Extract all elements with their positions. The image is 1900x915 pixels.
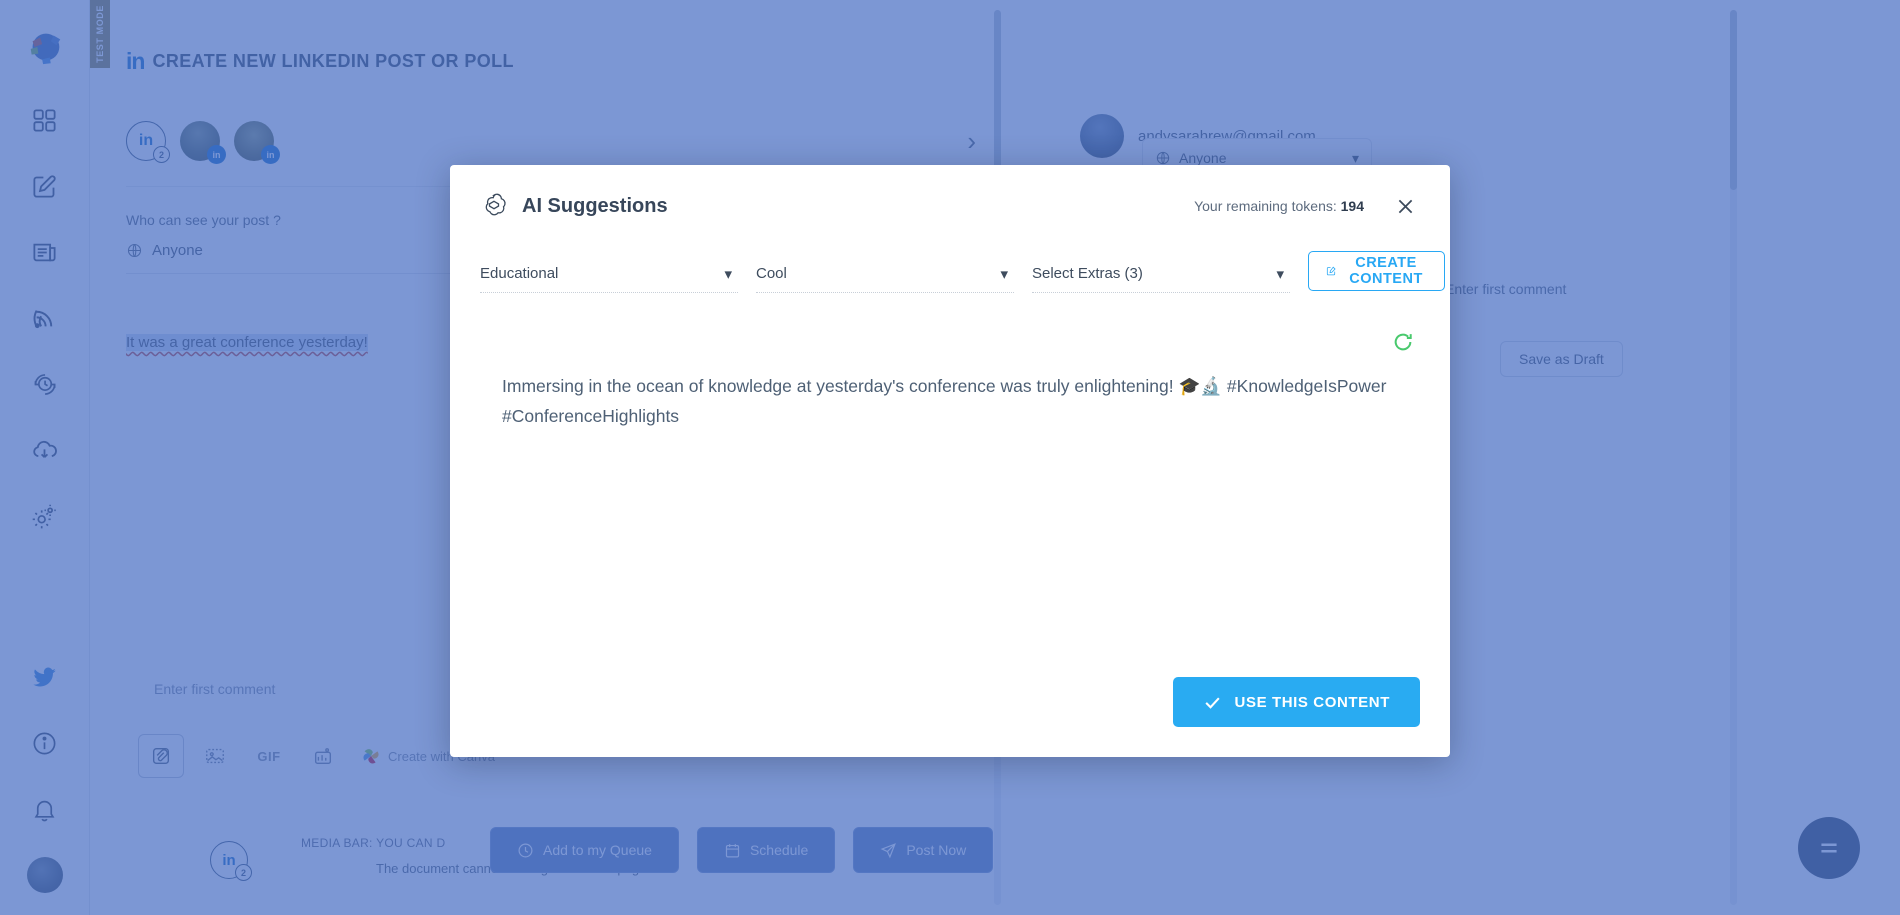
remaining-tokens: Your remaining tokens: 194: [1194, 198, 1364, 214]
openai-icon: [480, 192, 508, 220]
create-content-label: CREATE CONTENT: [1349, 255, 1423, 287]
generated-text[interactable]: Immersing in the ocean of knowledge at y…: [502, 371, 1390, 431]
chevron-down-icon: ▾: [1276, 265, 1284, 283]
extras-dropdown[interactable]: Select Extras (3) ▾: [1032, 255, 1290, 293]
generation-controls: Educational ▾ Cool ▾ Select Extras (3) ▾…: [450, 221, 1450, 293]
use-this-content-button[interactable]: USE THIS CONTENT: [1172, 677, 1420, 727]
tone-value: Cool: [756, 265, 787, 282]
extras-value: Select Extras (3): [1032, 265, 1143, 282]
category-dropdown[interactable]: Educational ▾: [480, 255, 738, 293]
use-this-content-label: USE THIS CONTENT: [1234, 693, 1390, 711]
modal-header: AI Suggestions Your remaining tokens: 19…: [450, 165, 1450, 221]
refresh-icon[interactable]: [1392, 331, 1414, 353]
modal-footer: USE THIS CONTENT: [450, 677, 1450, 757]
tone-dropdown[interactable]: Cool ▾: [756, 255, 1014, 293]
close-icon[interactable]: [1390, 191, 1420, 221]
check-icon: [1204, 696, 1220, 709]
chevron-down-icon: ▾: [724, 265, 732, 283]
ai-suggestions-modal: AI Suggestions Your remaining tokens: 19…: [450, 165, 1450, 757]
create-content-button[interactable]: CREATE CONTENT: [1308, 251, 1445, 291]
tokens-value: 194: [1340, 198, 1364, 214]
chevron-down-icon: ▾: [1000, 265, 1008, 283]
modal-title: AI Suggestions: [522, 194, 668, 217]
tokens-label: Your remaining tokens:: [1194, 198, 1337, 214]
edit-square-icon: [1326, 266, 1336, 276]
category-value: Educational: [480, 265, 559, 282]
generated-content-area: Immersing in the ocean of knowledge at y…: [450, 293, 1450, 677]
